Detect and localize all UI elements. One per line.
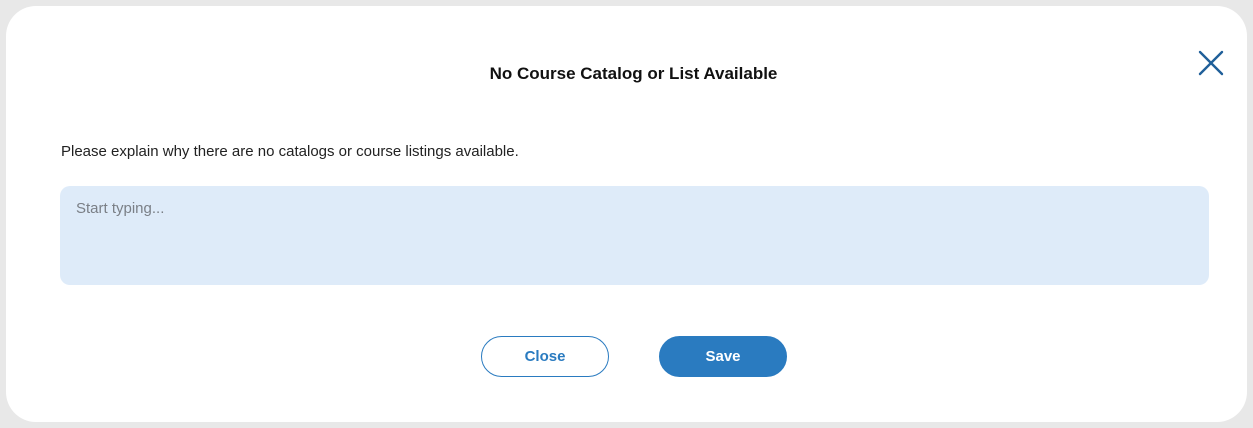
explanation-input[interactable] xyxy=(60,186,1209,285)
save-button[interactable]: Save xyxy=(659,336,787,377)
dialog-title: No Course Catalog or List Available xyxy=(489,64,778,83)
close-button[interactable]: Close xyxy=(481,336,609,377)
explanation-prompt: Please explain why there are no catalogs… xyxy=(61,143,519,160)
close-icon[interactable] xyxy=(1196,48,1226,78)
no-catalog-dialog: No Course Catalog or List Available Plea… xyxy=(6,6,1247,422)
